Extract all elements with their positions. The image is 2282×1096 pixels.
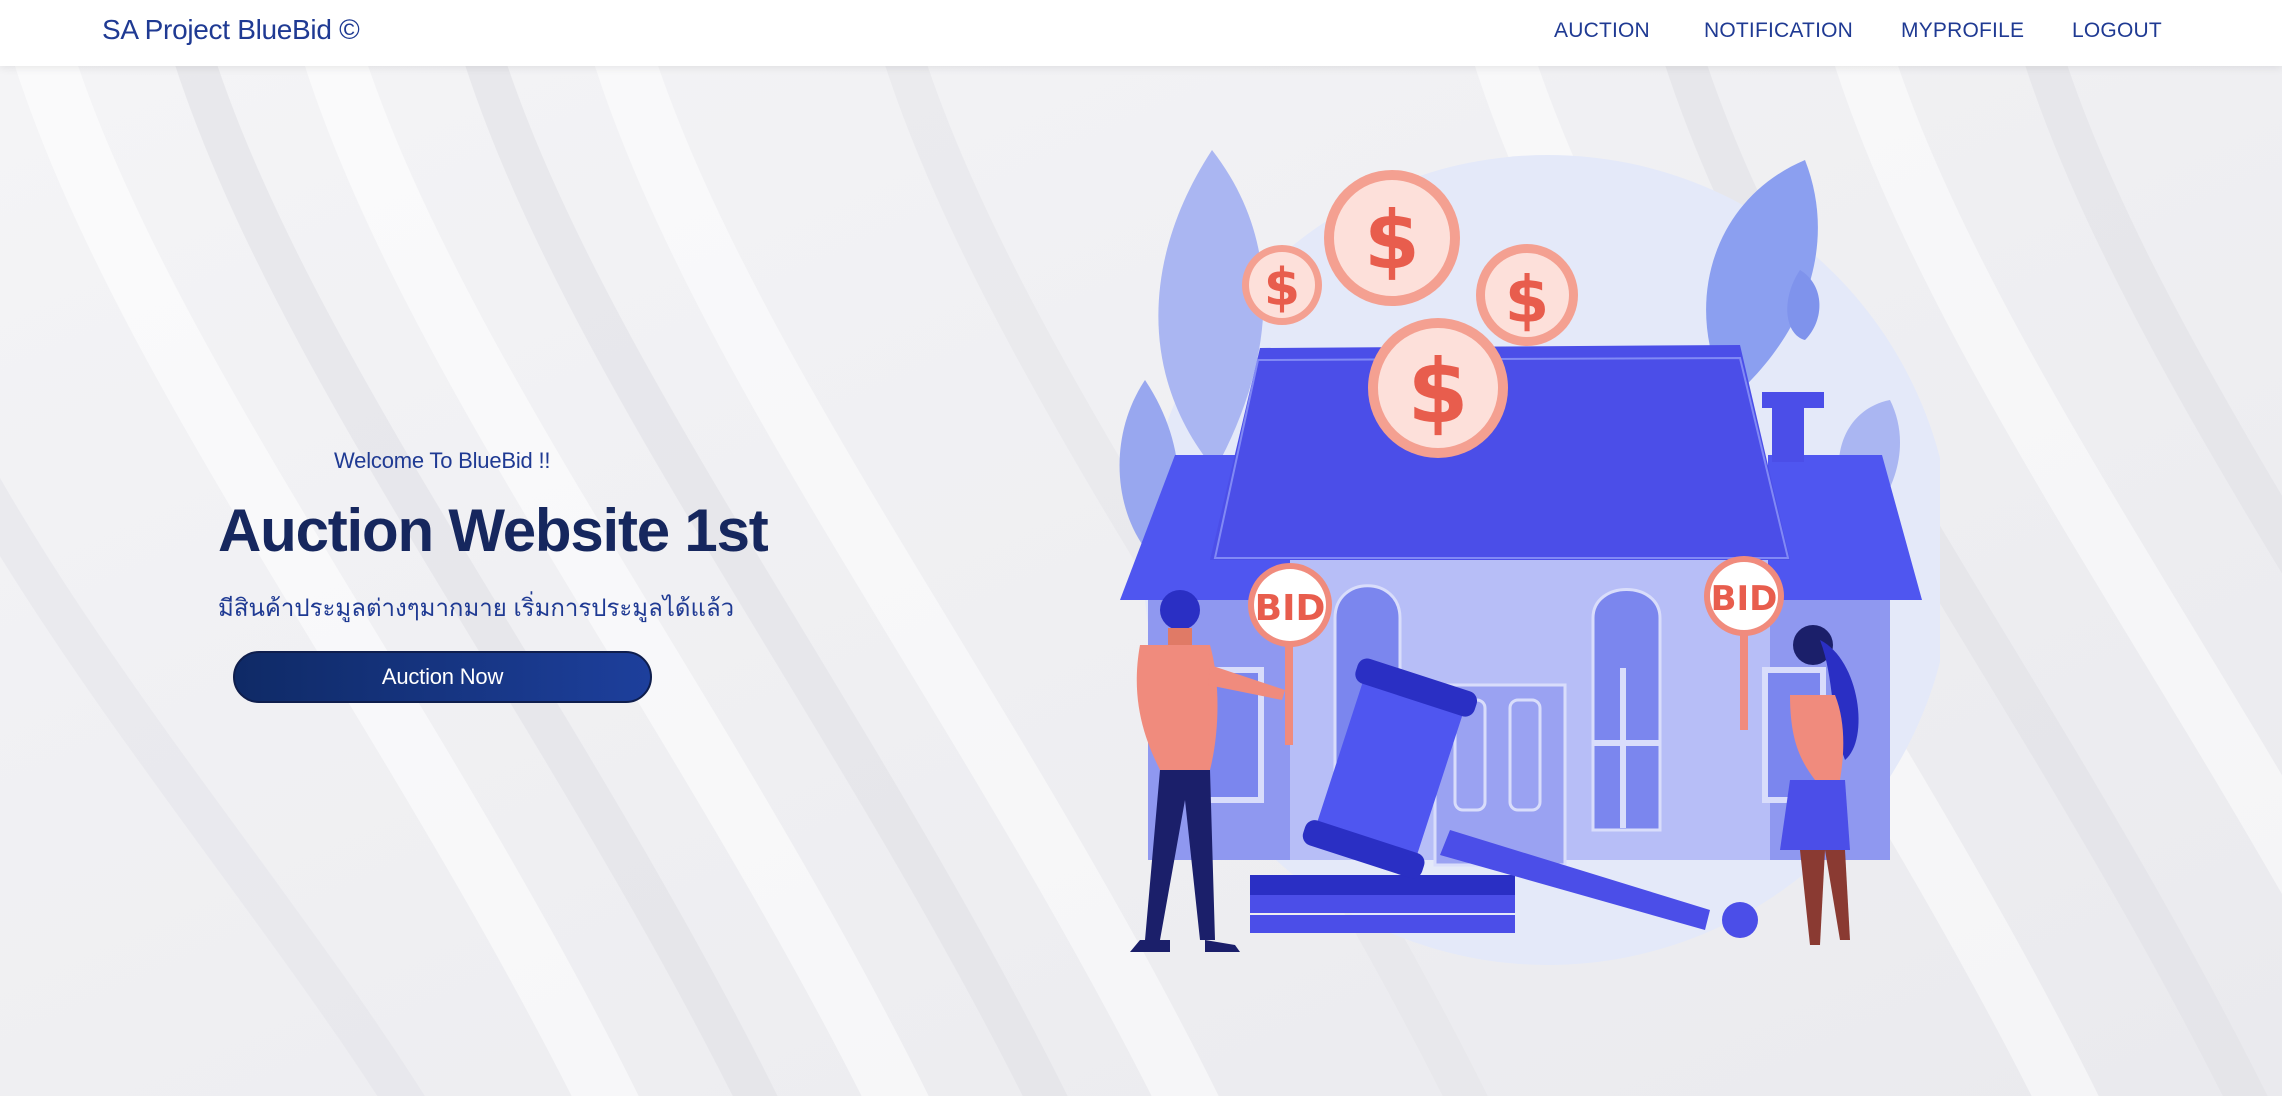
bid-sign-text: BID xyxy=(1711,579,1778,619)
dollar-coin-icon: $ xyxy=(1476,244,1578,346)
hero-subtitle: มีสินค้าประมูลต่างๆมากมาย เริ่มการประมูล… xyxy=(218,595,735,622)
bid-sign-text: BID xyxy=(1255,588,1326,629)
nav-auction-link[interactable]: AUCTION xyxy=(1554,19,1650,43)
gavel-block-icon xyxy=(1250,875,1515,895)
svg-text:$: $ xyxy=(1505,264,1550,338)
nav-logout-link[interactable]: LOGOUT xyxy=(2072,19,2162,43)
auction-now-button[interactable]: Auction Now xyxy=(233,651,652,703)
welcome-text: Welcome To BlueBid !! xyxy=(334,448,551,473)
hero-title: Auction Website 1st xyxy=(218,497,769,564)
nav-myprofile-link[interactable]: MYPROFILE xyxy=(1901,19,2024,43)
top-navbar: SA Project BlueBid © AUCTION NOTIFICATIO… xyxy=(0,0,2282,66)
svg-text:$: $ xyxy=(1364,194,1420,287)
nav-notification-link[interactable]: NOTIFICATION xyxy=(1704,19,1853,43)
dollar-coin-icon: $ xyxy=(1324,170,1460,306)
hero-section: Welcome To BlueBid !! Auction Website 1s… xyxy=(0,0,900,1096)
dollar-coin-icon: $ xyxy=(1242,245,1322,325)
hero-illustration: $ $ $ $ BID BID xyxy=(1100,140,1953,980)
svg-text:$: $ xyxy=(1407,340,1468,443)
dollar-coin-icon: $ xyxy=(1368,318,1508,458)
svg-text:$: $ xyxy=(1264,258,1300,318)
nav-links: AUCTION NOTIFICATION MYPROFILE LOGOUT xyxy=(0,19,2282,49)
